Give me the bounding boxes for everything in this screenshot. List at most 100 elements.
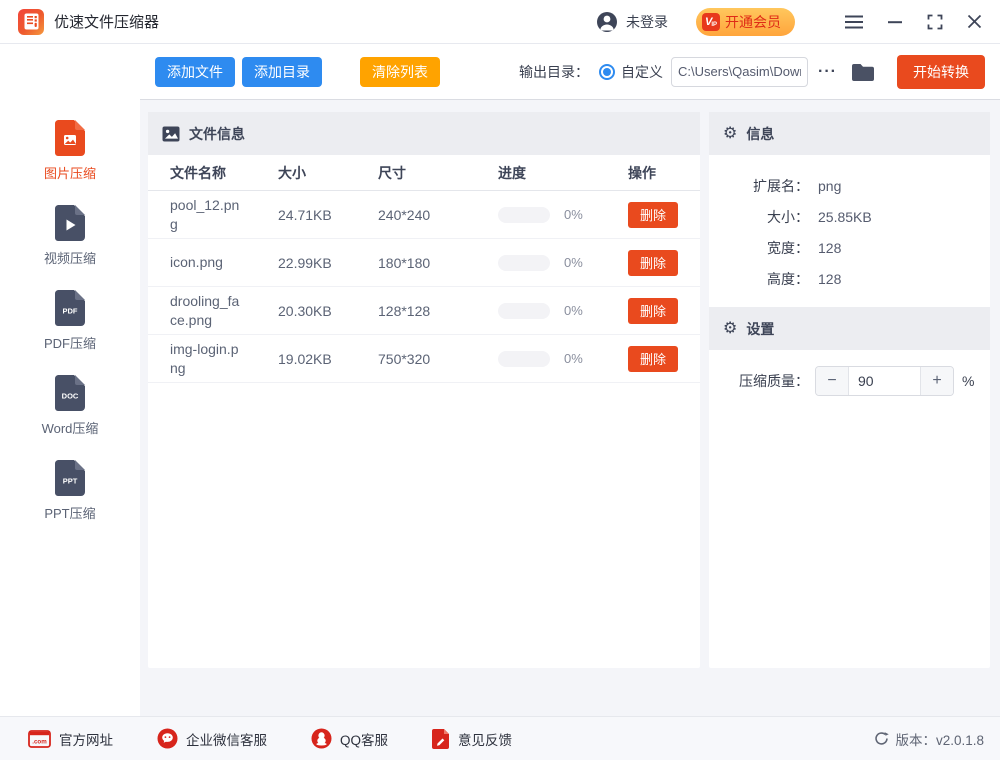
- details-panel: ⚙ 信息 扩展名： png 大小： 25.85KB 宽度：: [709, 112, 990, 668]
- website-icon: .com: [28, 730, 51, 748]
- sidebar: 图片压缩 视频压缩 PDF PDF压缩: [0, 44, 140, 716]
- minimize-icon: [887, 14, 903, 30]
- folder-icon: [851, 62, 875, 81]
- col-header-dims: 尺寸: [378, 163, 498, 183]
- progress-bar: [498, 207, 550, 223]
- open-vip-button[interactable]: VIP 开通会员: [696, 8, 795, 36]
- open-folder-button[interactable]: [851, 62, 875, 81]
- official-website-link[interactable]: .com 官方网址: [28, 729, 113, 749]
- file-name: drooling_face.png: [170, 292, 244, 330]
- progress-percent: 0%: [564, 207, 583, 222]
- add-file-button[interactable]: 添加文件: [155, 57, 235, 87]
- col-header-progress: 进度: [498, 163, 628, 183]
- file-size: 22.99KB: [278, 255, 378, 271]
- start-convert-button[interactable]: 开始转换: [897, 55, 985, 89]
- gear-icon: ⚙: [723, 126, 737, 142]
- progress-percent: 0%: [564, 303, 583, 318]
- file-size: 19.02KB: [278, 351, 378, 367]
- image-file-icon: [55, 120, 85, 156]
- height-value: 128: [818, 271, 841, 287]
- delete-button[interactable]: 删除: [628, 202, 678, 228]
- table-row: icon.png 22.99KB 180*180 0% 删除: [148, 239, 700, 287]
- vip-icon: VIP: [702, 13, 720, 31]
- login-status[interactable]: 未登录: [626, 12, 668, 32]
- doc-file-icon: DOC: [55, 375, 85, 411]
- version-info: 版本：v2.0.1.8: [874, 729, 984, 749]
- sidebar-item-word-compress[interactable]: DOC Word压缩: [42, 375, 99, 460]
- sidebar-item-ppt-compress[interactable]: PPT PPT压缩: [44, 460, 95, 545]
- table-row: drooling_face.png 20.30KB 128*128 0% 删除: [148, 287, 700, 335]
- maximize-button[interactable]: [927, 14, 943, 30]
- login-area[interactable]: 未登录: [596, 11, 668, 33]
- sidebar-item-image-compress[interactable]: 图片压缩: [44, 120, 96, 205]
- toolbar: 添加文件 添加目录 清除列表 输出目录： 自定义 ··· 开始转换: [140, 44, 1000, 100]
- clear-list-button[interactable]: 清除列表: [360, 57, 440, 87]
- app-window: 优速文件压缩器 未登录 VIP 开通会员: [0, 0, 1000, 760]
- quality-input[interactable]: [849, 367, 920, 395]
- browse-more-button[interactable]: ···: [818, 63, 837, 81]
- quality-setting-row: 压缩质量： − + %: [709, 366, 990, 396]
- quality-stepper: − +: [815, 366, 954, 396]
- app-logo-icon: [18, 9, 44, 35]
- video-file-icon: [55, 205, 85, 241]
- file-panel-header: 文件信息: [148, 112, 700, 155]
- sidebar-item-video-compress[interactable]: 视频压缩: [44, 205, 96, 290]
- sidebar-item-pdf-compress[interactable]: PDF PDF压缩: [44, 290, 96, 375]
- file-info-panel: 文件信息 文件名称 大小 尺寸 进度 操作 pool_12.png 24.71K…: [148, 112, 700, 668]
- width-value: 128: [818, 240, 841, 256]
- info-section-title: 信息: [746, 124, 774, 144]
- delete-button[interactable]: 删除: [628, 298, 678, 324]
- vip-button-label: 开通会员: [725, 12, 781, 32]
- close-button[interactable]: [967, 14, 982, 29]
- info-field-height: 高度： 128: [709, 263, 990, 294]
- qq-service-icon: [311, 728, 332, 749]
- file-size: 20.30KB: [278, 303, 378, 319]
- delete-button[interactable]: 删除: [628, 346, 678, 372]
- file-name: img-login.png: [170, 340, 244, 378]
- delete-button[interactable]: 删除: [628, 250, 678, 276]
- workspace: 文件信息 文件名称 大小 尺寸 进度 操作 pool_12.png 24.71K…: [140, 100, 1000, 716]
- quality-label: 压缩质量：: [709, 371, 809, 391]
- menu-button[interactable]: [845, 15, 863, 29]
- svg-text:.com: .com: [32, 738, 47, 745]
- file-dimensions: 128*128: [378, 303, 498, 319]
- qq-service-link[interactable]: QQ客服: [311, 728, 388, 749]
- col-header-size: 大小: [278, 163, 378, 183]
- table-row: pool_12.png 24.71KB 240*240 0% 删除: [148, 191, 700, 239]
- svg-text:PDF: PDF: [62, 307, 77, 316]
- app-title: 优速文件压缩器: [54, 11, 159, 32]
- wechat-service-link[interactable]: 企业微信客服: [157, 728, 267, 749]
- title-bar: 优速文件压缩器 未登录 VIP 开通会员: [0, 0, 1000, 44]
- ext-value: png: [818, 178, 841, 194]
- quality-plus-button[interactable]: +: [920, 367, 953, 395]
- file-name: icon.png: [170, 253, 244, 272]
- hamburger-icon: [845, 15, 863, 29]
- add-directory-button[interactable]: 添加目录: [242, 57, 322, 87]
- sidebar-item-label: PDF压缩: [44, 333, 96, 352]
- footer-bar: .com 官方网址 企业微信客服 QQ客服: [0, 716, 1000, 760]
- table-row: img-login.png 19.02KB 750*320 0% 删除: [148, 335, 700, 383]
- update-refresh-icon: [874, 731, 889, 746]
- file-dimensions: 750*320: [378, 351, 498, 367]
- svg-text:DOC: DOC: [62, 392, 79, 401]
- file-dimensions: 240*240: [378, 207, 498, 223]
- col-header-action: 操作: [628, 163, 700, 183]
- custom-dir-radio[interactable]: [599, 64, 615, 80]
- maximize-icon: [927, 14, 943, 30]
- picture-icon: [162, 126, 180, 142]
- size-value: 25.85KB: [818, 209, 872, 225]
- quality-unit: %: [962, 373, 974, 389]
- quality-minus-button[interactable]: −: [816, 367, 849, 395]
- output-dir-label: 输出目录：: [519, 62, 589, 82]
- feedback-link[interactable]: 意见反馈: [432, 729, 512, 749]
- minimize-button[interactable]: [887, 14, 903, 30]
- info-field-width: 宽度： 128: [709, 232, 990, 263]
- sidebar-item-label: 视频压缩: [44, 248, 96, 267]
- user-avatar-icon: [596, 11, 618, 33]
- progress-bar: [498, 255, 550, 271]
- progress-percent: 0%: [564, 351, 583, 366]
- gear-icon: ⚙: [723, 321, 737, 337]
- output-path-input[interactable]: [671, 57, 808, 87]
- file-panel-title: 文件信息: [189, 124, 245, 144]
- close-icon: [967, 14, 982, 29]
